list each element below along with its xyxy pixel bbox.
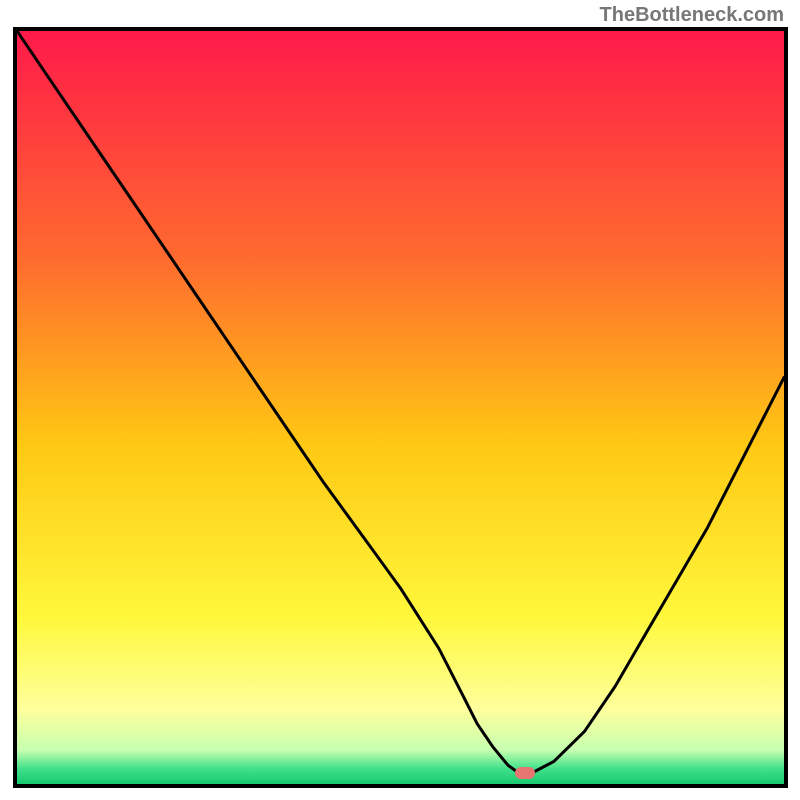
optimal-point-marker xyxy=(515,767,535,779)
watermark: TheBottleneck.com xyxy=(600,4,784,27)
chart-area xyxy=(13,27,788,788)
bottleneck-curve xyxy=(17,31,784,784)
